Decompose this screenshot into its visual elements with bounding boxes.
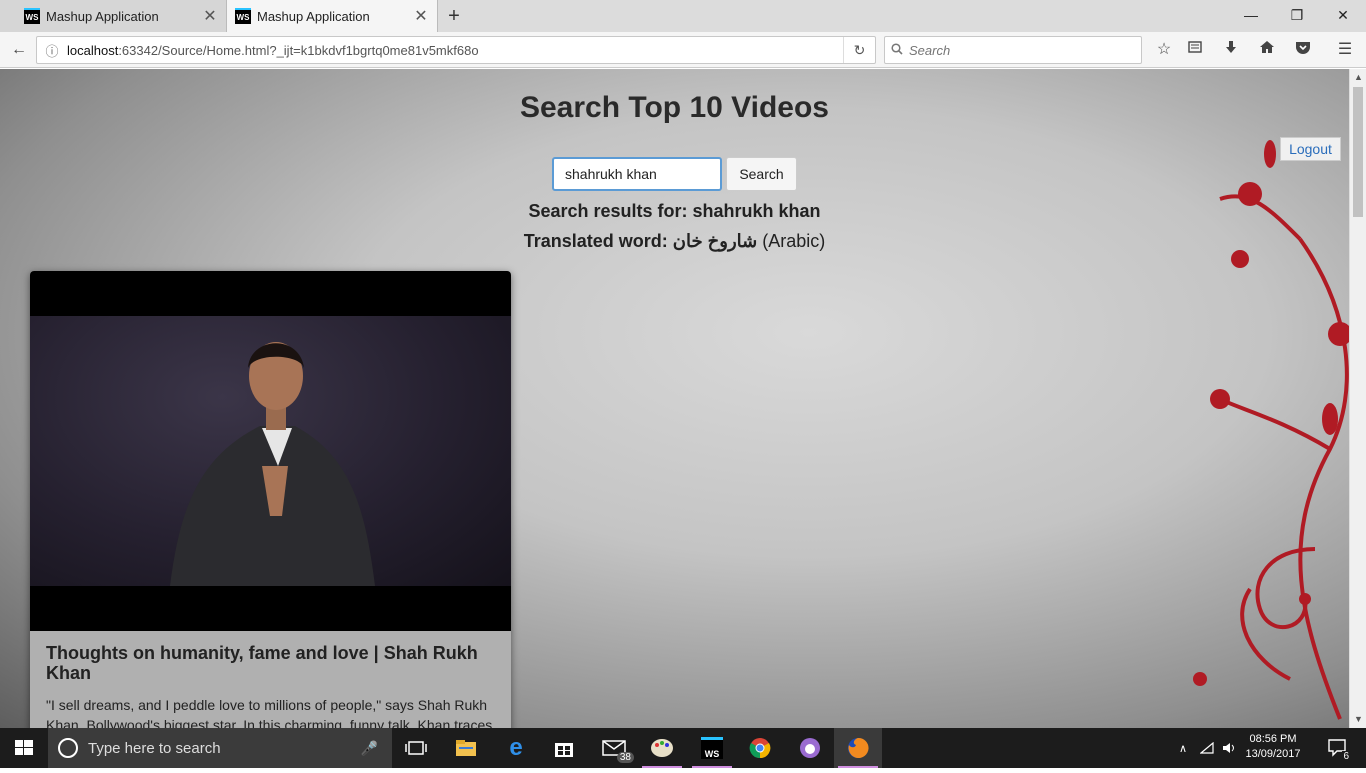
scrollbar-thumb[interactable] xyxy=(1353,87,1363,217)
scroll-down-icon[interactable]: ▼ xyxy=(1350,711,1366,728)
firefox-icon[interactable] xyxy=(834,728,882,768)
speaker-figure xyxy=(170,342,375,586)
volume-icon[interactable] xyxy=(1218,728,1240,768)
video-title[interactable]: Thoughts on humanity, fame and love | Sh… xyxy=(46,643,496,683)
tab-strip: WS Mashup Application ✕ WS Mashup Applic… xyxy=(0,0,1366,32)
home-icon[interactable] xyxy=(1254,38,1280,62)
system-clock[interactable]: 08:56 PM 13/09/2017 xyxy=(1240,732,1306,762)
microphone-icon[interactable]: 🎤 xyxy=(361,740,378,757)
back-icon[interactable]: ← xyxy=(6,38,32,62)
url-bar[interactable]: ⓘ localhost:63342/Source/Home.html?_ijt=… xyxy=(36,36,876,64)
bookmark-star-icon[interactable]: ☆ xyxy=(1151,38,1177,62)
tab-label: Mashup Application xyxy=(46,8,159,24)
close-window-icon[interactable]: ✕ xyxy=(1320,0,1366,32)
download-icon[interactable] xyxy=(1218,38,1244,62)
webstorm-favicon-icon: WS xyxy=(235,8,251,24)
reading-list-icon[interactable] xyxy=(1182,38,1208,62)
network-icon[interactable] xyxy=(1196,728,1218,768)
notification-count: 6 xyxy=(1342,751,1350,762)
translated-language: (Arabic) xyxy=(762,231,826,251)
video-thumbnail[interactable] xyxy=(30,271,511,631)
translated-word-value: Translated word: شاروخ خان xyxy=(523,231,758,251)
menu-icon[interactable]: ☰ xyxy=(1332,38,1358,62)
search-icon xyxy=(891,42,903,58)
site-info-icon[interactable]: ⓘ xyxy=(41,41,63,60)
windows-start-button[interactable] xyxy=(0,728,48,768)
tab-close-icon[interactable]: ✕ xyxy=(411,6,431,26)
url-path: :63342/Source/Home.html?_ijt=k1bkdvf1bgr… xyxy=(118,42,479,58)
taskbar-search-box[interactable]: Type here to search 🎤 xyxy=(48,728,392,768)
video-search-input[interactable] xyxy=(552,157,722,191)
file-explorer-icon[interactable] xyxy=(442,728,490,768)
show-hidden-icons-icon[interactable]: ∧ xyxy=(1172,728,1194,768)
restore-icon[interactable]: ❐ xyxy=(1274,0,1320,32)
translated-word: Translated word: شاروخ خان (Arabic) xyxy=(0,231,1349,252)
new-tab-icon[interactable]: + xyxy=(444,4,464,28)
store-icon[interactable] xyxy=(540,728,588,768)
webstorm-favicon-icon: WS xyxy=(24,8,40,24)
pocket-icon[interactable] xyxy=(1290,38,1316,62)
tab-label: Mashup Application xyxy=(257,8,370,24)
video-description: "I sell dreams, and I peddle love to mil… xyxy=(46,697,493,728)
action-center-icon[interactable]: 6 xyxy=(1318,728,1358,768)
video-card[interactable]: Thoughts on humanity, fame and love | Sh… xyxy=(30,271,511,728)
clock-date: 13/09/2017 xyxy=(1245,748,1301,760)
page-content: Search Top 10 Videos Logout Search Searc… xyxy=(0,69,1349,728)
browser-search-box[interactable] xyxy=(884,36,1142,64)
taskbar: Type here to search 🎤 e 38 WS ∧ 08:56 PM… xyxy=(0,728,1366,768)
windows-logo-icon xyxy=(15,740,33,755)
tab-mashup-2[interactable]: WS Mashup Application ✕ xyxy=(226,0,438,32)
scroll-up-icon[interactable]: ▲ xyxy=(1350,69,1366,86)
edge-browser-icon[interactable]: e xyxy=(492,728,540,768)
logout-button[interactable]: Logout xyxy=(1280,137,1341,161)
paint-icon[interactable] xyxy=(638,728,686,768)
github-desktop-icon[interactable] xyxy=(786,728,834,768)
minimize-icon[interactable]: — xyxy=(1228,0,1274,32)
navigation-bar: ← ⓘ localhost:63342/Source/Home.html?_ij… xyxy=(0,32,1366,68)
mail-badge: 38 xyxy=(616,752,634,763)
task-view-icon[interactable] xyxy=(392,728,440,768)
cortana-icon xyxy=(58,738,78,758)
browser-search-input[interactable] xyxy=(907,41,1127,59)
tab-close-icon[interactable]: ✕ xyxy=(200,6,220,26)
chrome-icon[interactable] xyxy=(736,728,784,768)
reload-icon[interactable]: ↻ xyxy=(843,37,875,63)
video-thumbnail-image xyxy=(30,316,511,586)
search-button[interactable]: Search xyxy=(726,157,797,191)
page-title: Search Top 10 Videos xyxy=(519,91,829,124)
search-results-heading: Search results for: shahrukh khan xyxy=(528,201,821,221)
webstorm-icon[interactable]: WS xyxy=(688,728,736,768)
page-scrollbar[interactable]: ▲ ▼ xyxy=(1349,69,1366,728)
tab-mashup-1[interactable]: WS Mashup Application ✕ xyxy=(0,0,226,32)
mail-icon[interactable]: 38 xyxy=(590,728,638,768)
url-host: localhost xyxy=(67,42,119,58)
taskbar-search-placeholder: Type here to search xyxy=(88,739,221,757)
clock-time: 08:56 PM xyxy=(1249,733,1297,745)
